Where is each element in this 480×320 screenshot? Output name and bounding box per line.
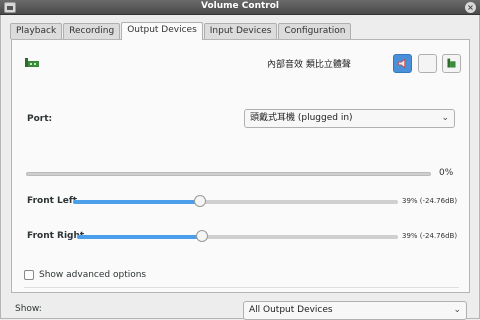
- front-right-slider[interactable]: [77, 230, 398, 242]
- window-title: Volume Control: [201, 1, 279, 11]
- show-label: Show:: [15, 304, 42, 314]
- master-volume-slider[interactable]: [26, 172, 431, 176]
- front-left-slider[interactable]: [73, 195, 398, 207]
- master-volume-value: 0%: [439, 168, 454, 178]
- front-left-fill: [73, 200, 200, 204]
- front-right-value: 39% (-24.76dB): [402, 232, 458, 240]
- device-name: 內部音效 類比立體聲: [267, 60, 351, 70]
- chevron-down-icon: ⌄: [441, 113, 449, 123]
- window-body: Playback Recording Output Devices Input …: [0, 15, 480, 320]
- front-left-knob[interactable]: [193, 195, 206, 207]
- close-button[interactable]: ×: [465, 2, 476, 13]
- panel-divider: [24, 287, 459, 288]
- sound-card-icon: [25, 58, 39, 67]
- show-select[interactable]: All Output Devices ⌄: [243, 301, 467, 320]
- tab-recording[interactable]: Recording: [63, 23, 121, 39]
- title-bar: Volume Control ×: [0, 0, 480, 15]
- set-default-button[interactable]: [442, 54, 461, 73]
- tab-playback[interactable]: Playback: [10, 23, 63, 39]
- front-right-label: Front Right: [27, 231, 85, 241]
- advanced-options-label[interactable]: Show advanced options: [39, 270, 146, 280]
- front-left-value: 39% (-24.76dB): [402, 197, 458, 205]
- tab-output-devices[interactable]: Output Devices: [121, 22, 203, 40]
- tab-bar: Playback Recording Output Devices Input …: [10, 22, 352, 40]
- speaker-mute-icon: [398, 58, 406, 69]
- tab-configuration[interactable]: Configuration: [278, 23, 352, 39]
- front-right-fill: [77, 235, 203, 239]
- set-default-icon: [447, 58, 456, 68]
- front-left-label: Front Left: [27, 196, 78, 206]
- chevron-down-icon: ⌄: [453, 305, 461, 315]
- front-right-knob[interactable]: [196, 230, 209, 242]
- lock-channels-button[interactable]: [418, 54, 437, 73]
- port-select[interactable]: 頭戴式耳機 (plugged in) ⌄: [244, 109, 455, 128]
- port-value: 頭戴式耳機 (plugged in): [250, 113, 353, 123]
- output-device-panel: 內部音效 類比立體聲 Port: 頭戴式耳機 (plugged in) ⌄ 0%…: [11, 39, 470, 293]
- tab-input-devices[interactable]: Input Devices: [203, 23, 278, 39]
- mute-button[interactable]: [393, 54, 412, 73]
- show-value: All Output Devices: [249, 305, 333, 315]
- port-label: Port:: [27, 114, 53, 124]
- advanced-options-checkbox[interactable]: [24, 270, 34, 280]
